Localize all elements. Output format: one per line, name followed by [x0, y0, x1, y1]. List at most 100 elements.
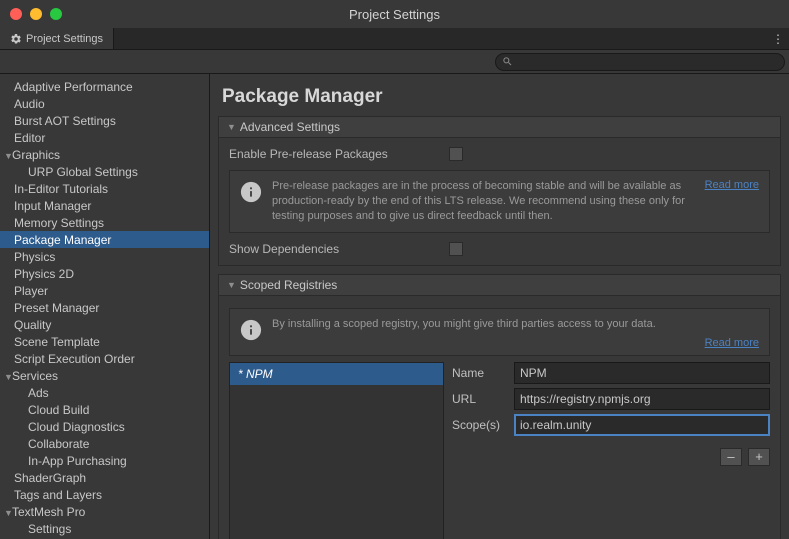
read-more-link[interactable]: Read more — [705, 179, 759, 191]
sidebar-item-label: Graphics — [12, 148, 60, 162]
sidebar-item-label: Scene Template — [14, 335, 100, 349]
sidebar-item-label: Script Execution Order — [14, 352, 135, 366]
sidebar-item-label: URP Global Settings — [28, 165, 138, 179]
search-icon — [502, 56, 513, 67]
sidebar-item-label: Adaptive Performance — [14, 80, 133, 94]
search-field-wrap[interactable] — [495, 53, 785, 71]
tab-menu-button[interactable]: ⋮ — [767, 28, 789, 49]
sidebar-item-label: Cloud Diagnostics — [28, 420, 125, 434]
pre-release-checkbox[interactable] — [449, 147, 463, 161]
sidebar-item[interactable]: URP Global Settings — [0, 163, 209, 180]
sidebar-item[interactable]: Collaborate — [0, 435, 209, 452]
sidebar-item[interactable]: Cloud Diagnostics — [0, 418, 209, 435]
section-label: Scoped Registries — [240, 278, 337, 292]
sidebar-item[interactable]: In-App Purchasing — [0, 452, 209, 469]
sidebar-item[interactable]: Settings — [0, 520, 209, 537]
sidebar-item-label: Physics — [14, 250, 55, 264]
sidebar-item-label: Cloud Build — [28, 403, 89, 417]
sidebar-item-label: Preset Manager — [14, 301, 99, 315]
scoped-registries-header[interactable]: ▼ Scoped Registries — [218, 274, 781, 296]
pre-release-label: Enable Pre-release Packages — [229, 147, 449, 161]
window-title: Project Settings — [349, 7, 440, 22]
sidebar-item[interactable]: In-Editor Tutorials — [0, 180, 209, 197]
advanced-settings-header[interactable]: ▼ Advanced Settings — [218, 116, 781, 138]
sidebar-item-label: In-Editor Tutorials — [14, 182, 108, 196]
sidebar-item-label: Tags and Layers — [14, 488, 102, 502]
info-icon — [240, 319, 262, 341]
sidebar-item-label: In-App Purchasing — [28, 454, 127, 468]
foldout-arrow-icon: ▼ — [227, 280, 236, 290]
sidebar-item[interactable]: ShaderGraph — [0, 469, 209, 486]
registry-list: * NPM – + — [229, 362, 444, 539]
window-controls — [10, 8, 62, 20]
tab-project-settings[interactable]: Project Settings — [0, 28, 114, 49]
sidebar-item-label: Quality — [14, 318, 51, 332]
sidebar-item[interactable]: Cloud Build — [0, 401, 209, 418]
sidebar-item[interactable]: Physics — [0, 248, 209, 265]
sidebar-item-label: Player — [14, 284, 48, 298]
sidebar-item[interactable]: Ads — [0, 384, 209, 401]
info-icon — [240, 181, 262, 203]
show-deps-label: Show Dependencies — [229, 242, 449, 256]
sidebar-item-label: Settings — [28, 522, 71, 536]
sidebar-item[interactable]: Player — [0, 282, 209, 299]
sidebar-item[interactable]: ▼Services — [0, 367, 209, 384]
sidebar-item[interactable]: Scene Template — [0, 333, 209, 350]
gear-icon — [10, 33, 22, 45]
info-text: Pre-release packages are in the process … — [272, 179, 695, 224]
foldout-arrow-icon: ▼ — [227, 122, 236, 132]
advanced-settings-body: Enable Pre-release Packages Pre-release … — [218, 138, 781, 266]
sidebar-item[interactable]: Memory Settings — [0, 214, 209, 231]
titlebar: Project Settings — [0, 0, 789, 28]
sidebar-item[interactable]: Script Execution Order — [0, 350, 209, 367]
main-panel: Package Manager ▼ Advanced Settings Enab… — [210, 74, 789, 539]
page-title: Package Manager — [222, 86, 781, 108]
chevron-down-icon: ▼ — [4, 508, 12, 518]
sidebar-item[interactable]: Tags and Layers — [0, 486, 209, 503]
sidebar-item[interactable]: ▼TextMesh Pro — [0, 503, 209, 520]
remove-scope-button[interactable]: – — [720, 448, 742, 466]
name-input[interactable] — [514, 362, 770, 384]
name-label: Name — [452, 366, 514, 380]
section-label: Advanced Settings — [240, 120, 340, 134]
add-scope-button[interactable]: + — [748, 448, 770, 466]
sidebar-item-label: Memory Settings — [14, 216, 104, 230]
sidebar-item[interactable]: Quality — [0, 316, 209, 333]
url-input[interactable] — [514, 388, 770, 410]
scoped-warning-box: By installing a scoped registry, you mig… — [229, 308, 770, 356]
scope-label: Scope(s) — [452, 418, 514, 432]
sidebar-item-label: Editor — [14, 131, 45, 145]
sidebar-item[interactable]: Audio — [0, 95, 209, 112]
url-label: URL — [452, 392, 514, 406]
registry-list-item[interactable]: * NPM — [230, 363, 443, 385]
sidebar-item-label: Burst AOT Settings — [14, 114, 116, 128]
sidebar-item-label: Package Manager — [14, 233, 111, 247]
search-input[interactable] — [517, 56, 778, 68]
scoped-registries-body: By installing a scoped registry, you mig… — [218, 296, 781, 539]
chevron-down-icon: ▼ — [4, 372, 12, 382]
show-deps-checkbox[interactable] — [449, 242, 463, 256]
scope-input[interactable] — [514, 414, 770, 436]
sidebar-item-label: Input Manager — [14, 199, 91, 213]
chevron-down-icon: ▼ — [4, 151, 12, 161]
pre-release-info-box: Pre-release packages are in the process … — [229, 170, 770, 233]
sidebar-item[interactable]: Burst AOT Settings — [0, 112, 209, 129]
sidebar-item[interactable]: Adaptive Performance — [0, 78, 209, 95]
settings-sidebar: Adaptive PerformanceAudio Burst AOT Setti… — [0, 74, 210, 539]
sidebar-item-label: ShaderGraph — [14, 471, 86, 485]
read-more-link[interactable]: Read more — [705, 337, 759, 349]
minimize-window-button[interactable] — [30, 8, 42, 20]
tab-bar: Project Settings ⋮ — [0, 28, 789, 50]
sidebar-item[interactable]: Preset Manager — [0, 299, 209, 316]
sidebar-item[interactable]: Physics 2D — [0, 265, 209, 282]
close-window-button[interactable] — [10, 8, 22, 20]
maximize-window-button[interactable] — [50, 8, 62, 20]
sidebar-item[interactable]: Editor — [0, 129, 209, 146]
sidebar-item[interactable]: Package Manager — [0, 231, 209, 248]
sidebar-item-label: Services — [12, 369, 58, 383]
sidebar-item-label: TextMesh Pro — [12, 505, 85, 519]
sidebar-item-label: Physics 2D — [14, 267, 74, 281]
sidebar-item-label: Collaborate — [28, 437, 89, 451]
sidebar-item[interactable]: ▼Graphics — [0, 146, 209, 163]
sidebar-item[interactable]: Input Manager — [0, 197, 209, 214]
